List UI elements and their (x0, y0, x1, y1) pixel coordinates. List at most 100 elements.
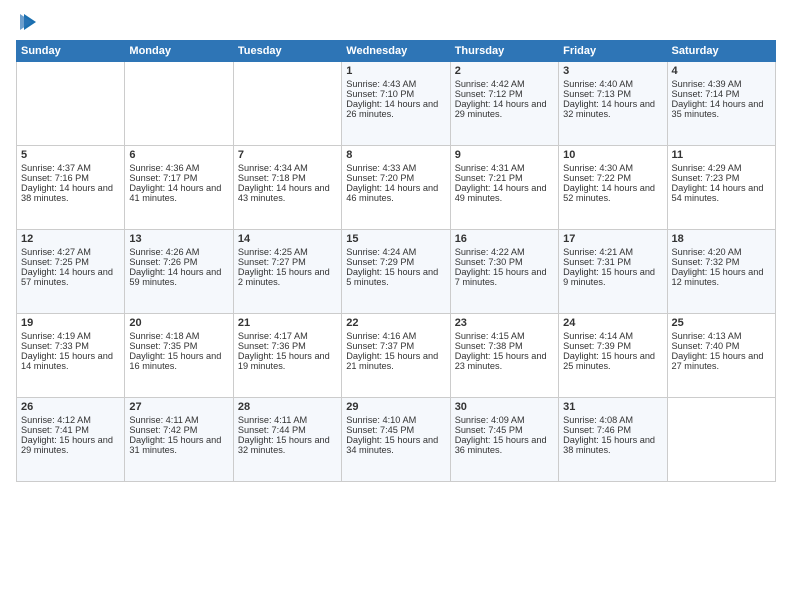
day-info: Sunrise: 4:24 AM (346, 247, 445, 257)
day-number: 23 (455, 317, 554, 329)
day-info: Sunset: 7:37 PM (346, 341, 445, 351)
day-number: 7 (238, 149, 337, 161)
day-cell: 19Sunrise: 4:19 AMSunset: 7:33 PMDayligh… (17, 314, 125, 398)
day-info: Sunset: 7:12 PM (455, 89, 554, 99)
day-cell: 17Sunrise: 4:21 AMSunset: 7:31 PMDayligh… (559, 230, 667, 314)
day-info: Daylight: 14 hours and 38 minutes. (21, 183, 120, 203)
day-cell: 8Sunrise: 4:33 AMSunset: 7:20 PMDaylight… (342, 146, 450, 230)
day-info: Sunrise: 4:19 AM (21, 331, 120, 341)
day-info: Daylight: 15 hours and 25 minutes. (563, 351, 662, 371)
day-info: Sunset: 7:46 PM (563, 425, 662, 435)
day-info: Sunrise: 4:26 AM (129, 247, 228, 257)
day-cell (233, 62, 341, 146)
day-info: Sunrise: 4:15 AM (455, 331, 554, 341)
day-cell: 1Sunrise: 4:43 AMSunset: 7:10 PMDaylight… (342, 62, 450, 146)
header-row: SundayMondayTuesdayWednesdayThursdayFrid… (17, 41, 776, 62)
day-cell: 28Sunrise: 4:11 AMSunset: 7:44 PMDayligh… (233, 398, 341, 482)
day-info: Daylight: 15 hours and 21 minutes. (346, 351, 445, 371)
day-cell: 6Sunrise: 4:36 AMSunset: 7:17 PMDaylight… (125, 146, 233, 230)
day-cell: 10Sunrise: 4:30 AMSunset: 7:22 PMDayligh… (559, 146, 667, 230)
col-header-sunday: Sunday (17, 41, 125, 62)
day-info: Sunset: 7:36 PM (238, 341, 337, 351)
day-info: Sunrise: 4:33 AM (346, 163, 445, 173)
day-info: Sunset: 7:45 PM (455, 425, 554, 435)
day-info: Daylight: 14 hours and 46 minutes. (346, 183, 445, 203)
day-info: Daylight: 14 hours and 29 minutes. (455, 99, 554, 119)
day-cell: 23Sunrise: 4:15 AMSunset: 7:38 PMDayligh… (450, 314, 558, 398)
day-info: Sunrise: 4:13 AM (672, 331, 771, 341)
day-cell: 11Sunrise: 4:29 AMSunset: 7:23 PMDayligh… (667, 146, 775, 230)
day-info: Sunrise: 4:11 AM (129, 415, 228, 425)
day-cell: 15Sunrise: 4:24 AMSunset: 7:29 PMDayligh… (342, 230, 450, 314)
day-info: Daylight: 15 hours and 32 minutes. (238, 435, 337, 455)
day-info: Sunset: 7:41 PM (21, 425, 120, 435)
day-info: Daylight: 15 hours and 27 minutes. (672, 351, 771, 371)
day-info: Sunrise: 4:14 AM (563, 331, 662, 341)
day-number: 5 (21, 149, 120, 161)
day-info: Sunrise: 4:17 AM (238, 331, 337, 341)
week-row-3: 12Sunrise: 4:27 AMSunset: 7:25 PMDayligh… (17, 230, 776, 314)
week-row-5: 26Sunrise: 4:12 AMSunset: 7:41 PMDayligh… (17, 398, 776, 482)
day-number: 18 (672, 233, 771, 245)
day-info: Daylight: 15 hours and 31 minutes. (129, 435, 228, 455)
day-cell (667, 398, 775, 482)
day-info: Daylight: 14 hours and 52 minutes. (563, 183, 662, 203)
day-number: 30 (455, 401, 554, 413)
day-info: Daylight: 15 hours and 23 minutes. (455, 351, 554, 371)
day-info: Sunset: 7:14 PM (672, 89, 771, 99)
day-cell: 20Sunrise: 4:18 AMSunset: 7:35 PMDayligh… (125, 314, 233, 398)
col-header-thursday: Thursday (450, 41, 558, 62)
day-info: Sunset: 7:25 PM (21, 257, 120, 267)
day-info: Sunrise: 4:34 AM (238, 163, 337, 173)
day-info: Daylight: 14 hours and 59 minutes. (129, 267, 228, 287)
day-info: Daylight: 14 hours and 49 minutes. (455, 183, 554, 203)
day-info: Sunset: 7:35 PM (129, 341, 228, 351)
day-info: Sunset: 7:17 PM (129, 173, 228, 183)
day-info: Daylight: 15 hours and 5 minutes. (346, 267, 445, 287)
day-number: 25 (672, 317, 771, 329)
day-number: 20 (129, 317, 228, 329)
day-info: Sunset: 7:45 PM (346, 425, 445, 435)
day-cell (125, 62, 233, 146)
day-number: 9 (455, 149, 554, 161)
day-info: Sunset: 7:16 PM (21, 173, 120, 183)
day-cell: 4Sunrise: 4:39 AMSunset: 7:14 PMDaylight… (667, 62, 775, 146)
day-info: Sunrise: 4:36 AM (129, 163, 228, 173)
day-info: Sunrise: 4:31 AM (455, 163, 554, 173)
day-cell: 3Sunrise: 4:40 AMSunset: 7:13 PMDaylight… (559, 62, 667, 146)
day-cell: 24Sunrise: 4:14 AMSunset: 7:39 PMDayligh… (559, 314, 667, 398)
day-cell: 18Sunrise: 4:20 AMSunset: 7:32 PMDayligh… (667, 230, 775, 314)
day-number: 31 (563, 401, 662, 413)
day-info: Sunrise: 4:22 AM (455, 247, 554, 257)
day-info: Sunset: 7:31 PM (563, 257, 662, 267)
col-header-tuesday: Tuesday (233, 41, 341, 62)
day-info: Sunset: 7:10 PM (346, 89, 445, 99)
day-cell: 5Sunrise: 4:37 AMSunset: 7:16 PMDaylight… (17, 146, 125, 230)
day-info: Daylight: 14 hours and 26 minutes. (346, 99, 445, 119)
day-info: Daylight: 15 hours and 2 minutes. (238, 267, 337, 287)
day-cell: 12Sunrise: 4:27 AMSunset: 7:25 PMDayligh… (17, 230, 125, 314)
day-info: Sunrise: 4:30 AM (563, 163, 662, 173)
day-info: Sunset: 7:21 PM (455, 173, 554, 183)
day-info: Sunrise: 4:18 AM (129, 331, 228, 341)
calendar-table: SundayMondayTuesdayWednesdayThursdayFrid… (16, 40, 776, 482)
day-info: Sunrise: 4:16 AM (346, 331, 445, 341)
day-info: Sunrise: 4:20 AM (672, 247, 771, 257)
day-info: Sunset: 7:22 PM (563, 173, 662, 183)
day-number: 17 (563, 233, 662, 245)
day-info: Sunset: 7:20 PM (346, 173, 445, 183)
day-number: 1 (346, 65, 445, 77)
day-info: Daylight: 14 hours and 43 minutes. (238, 183, 337, 203)
day-info: Daylight: 14 hours and 57 minutes. (21, 267, 120, 287)
day-number: 27 (129, 401, 228, 413)
day-info: Sunrise: 4:40 AM (563, 79, 662, 89)
day-cell: 25Sunrise: 4:13 AMSunset: 7:40 PMDayligh… (667, 314, 775, 398)
col-header-saturday: Saturday (667, 41, 775, 62)
day-info: Daylight: 14 hours and 54 minutes. (672, 183, 771, 203)
day-number: 29 (346, 401, 445, 413)
day-cell: 30Sunrise: 4:09 AMSunset: 7:45 PMDayligh… (450, 398, 558, 482)
header (16, 12, 776, 34)
col-header-monday: Monday (125, 41, 233, 62)
day-cell: 16Sunrise: 4:22 AMSunset: 7:30 PMDayligh… (450, 230, 558, 314)
day-info: Daylight: 15 hours and 19 minutes. (238, 351, 337, 371)
